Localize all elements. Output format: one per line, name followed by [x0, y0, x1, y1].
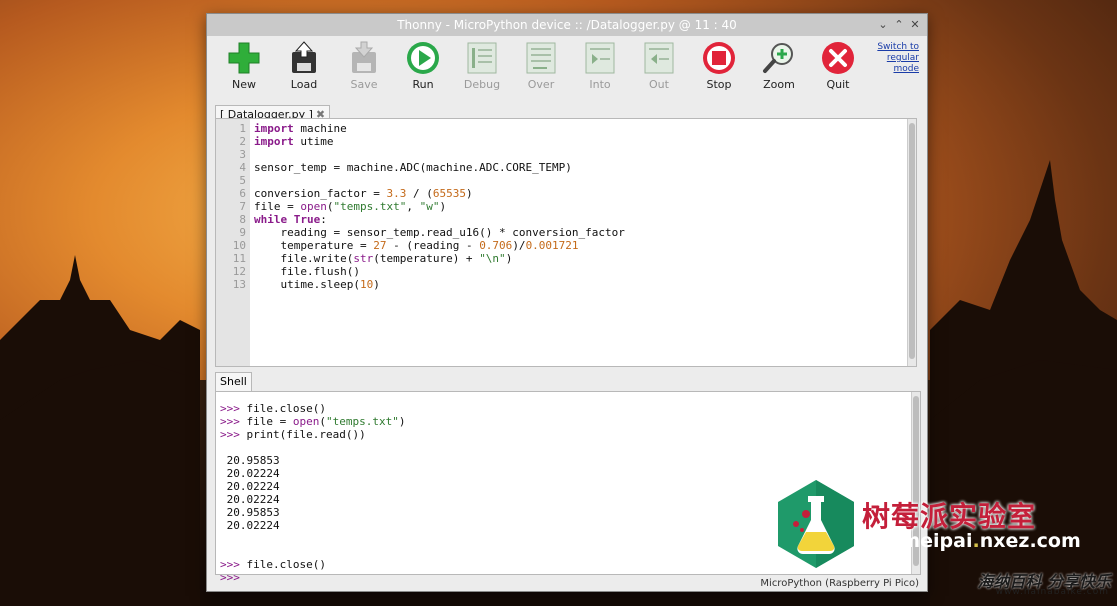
code-line[interactable]: import utime [254, 135, 625, 148]
plus-icon [228, 42, 260, 74]
quit-button[interactable]: Quit [810, 40, 866, 91]
toolbar: New Load Save Run Debug Over Into Out St… [207, 36, 927, 102]
load-button[interactable]: Load [276, 40, 332, 91]
shell-line: 20.95853 [220, 454, 280, 467]
shell-line: >>> file.close() [220, 402, 326, 415]
shell-line: ​ [220, 532, 405, 545]
code-line[interactable]: file.write(str(temperature) + "\n") [254, 252, 625, 265]
maximize-button[interactable]: ⌃ [891, 14, 907, 36]
editor-scrollbar[interactable] [907, 119, 916, 366]
run-icon [407, 42, 439, 74]
step-over-label: Over [527, 78, 555, 91]
line-number: 6 [239, 187, 246, 200]
title-bar[interactable]: Thonny - MicroPython device :: /Datalogg… [207, 14, 927, 36]
save-button[interactable]: Save [336, 40, 392, 91]
brand-url: shumeipai.nxez.com [862, 530, 1081, 552]
code-editor[interactable]: 1 2 3 4 5 6 7 8 9 10 11 12 13 import machine import u… [215, 118, 917, 367]
code-line[interactable]: import machine [254, 122, 625, 135]
line-number: 5 [239, 174, 246, 187]
code-line[interactable]: utime.sleep(10) [254, 278, 625, 291]
debug-label: Debug [463, 78, 501, 91]
debug-icon [467, 42, 497, 74]
line-number: 10 [232, 239, 246, 252]
minimize-button[interactable]: ⌄ [875, 14, 891, 36]
shell-line: 20.02224 [220, 493, 280, 506]
window-title: Thonny - MicroPython device :: /Datalogg… [397, 18, 737, 32]
raspberry-lab-logo-icon [778, 480, 854, 568]
code-line[interactable]: reading = sensor_temp.read_u16() * conve… [254, 226, 624, 239]
shell-line: 20.02224 [220, 467, 280, 480]
zoom-label: Zoom [763, 78, 795, 91]
line-number: 13 [232, 278, 246, 291]
load-icon [292, 41, 316, 73]
line-number: 8 [239, 213, 246, 226]
stop-icon [703, 42, 735, 74]
shell-line: ​ [220, 441, 405, 454]
line-number: 9 [239, 226, 246, 239]
shell-line: 20.95853 [220, 506, 280, 519]
step-out-label: Out [649, 78, 669, 91]
line-number: 1 [239, 122, 246, 135]
line-number: 11 [232, 252, 246, 265]
code-line[interactable]: conversion_factor = 3.3 / (65535) [254, 187, 625, 200]
debug-button[interactable]: Debug [454, 40, 510, 91]
shell-line: >>> file.close() [220, 558, 326, 571]
shell-line: 20.02224 [220, 480, 280, 493]
code-line[interactable]: ​ [254, 174, 625, 187]
line-numbers: 1 2 3 4 5 6 7 8 9 10 11 12 13 [216, 122, 246, 291]
step-over-button[interactable]: Over [513, 40, 569, 91]
step-over-icon [526, 42, 556, 74]
step-into-label: Into [589, 78, 611, 91]
editor-scroll-thumb[interactable] [909, 123, 915, 359]
interpreter-status[interactable]: MicroPython (Raspberry Pi Pico) [207, 578, 919, 589]
stop-button[interactable]: Stop [691, 40, 747, 91]
run-label: Run [412, 78, 434, 91]
close-window-button[interactable]: ✕ [907, 14, 923, 36]
quit-label: Quit [826, 78, 850, 91]
line-number: 4 [239, 161, 246, 174]
new-button[interactable]: New [216, 40, 272, 91]
line-number-gutter: 1 2 3 4 5 6 7 8 9 10 11 12 13 [216, 119, 250, 366]
code-line[interactable]: file.flush() [254, 265, 625, 278]
step-into-icon [585, 42, 615, 74]
load-label: Load [290, 78, 318, 91]
line-number: 2 [239, 135, 246, 148]
code-text[interactable]: import machineimport utime​sensor_temp =… [254, 122, 625, 291]
line-number: 3 [239, 148, 246, 161]
shell-line: >>> print(file.read()) [220, 428, 366, 441]
step-out-button[interactable]: Out [631, 40, 687, 91]
line-number: 12 [232, 265, 246, 278]
brand-url-dot: . [972, 530, 980, 552]
stop-label: Stop [706, 78, 732, 91]
shell-output[interactable]: >>> file.close() >>> file = open("temps.t… [220, 402, 405, 584]
save-icon [352, 41, 376, 73]
brand-name: 树莓派实验室 [862, 500, 1037, 533]
quit-icon [822, 42, 854, 74]
footer-url: www.hainabaike.com [995, 587, 1109, 597]
zoom-button[interactable]: Zoom [751, 40, 807, 91]
step-into-button[interactable]: Into [572, 40, 628, 91]
code-line[interactable]: file = open("temps.txt", "w") [254, 200, 625, 213]
step-out-icon [644, 42, 674, 74]
save-label: Save [350, 78, 378, 91]
zoom-icon [763, 43, 793, 73]
shell-line: 20.02224 [220, 519, 280, 532]
tab-shell[interactable]: Shell [215, 372, 252, 391]
brand-url-part1: shumeipai [862, 530, 973, 552]
code-line[interactable]: sensor_temp = machine.ADC(machine.ADC.CO… [254, 161, 625, 174]
code-line[interactable]: temperature = 27 - (reading - 0.706)/0.0… [254, 239, 625, 252]
brand-url-part2: nxez.com [979, 530, 1081, 552]
switch-mode-link[interactable]: Switch to regular mode [869, 42, 919, 75]
new-label: New [232, 78, 256, 91]
shell-line: >>> file = open("temps.txt") [220, 415, 406, 428]
code-line[interactable]: while True: [254, 213, 625, 226]
line-number: 7 [239, 200, 246, 213]
run-button[interactable]: Run [395, 40, 451, 91]
shell-line: ​ [220, 545, 405, 558]
code-line[interactable]: ​ [254, 148, 625, 161]
